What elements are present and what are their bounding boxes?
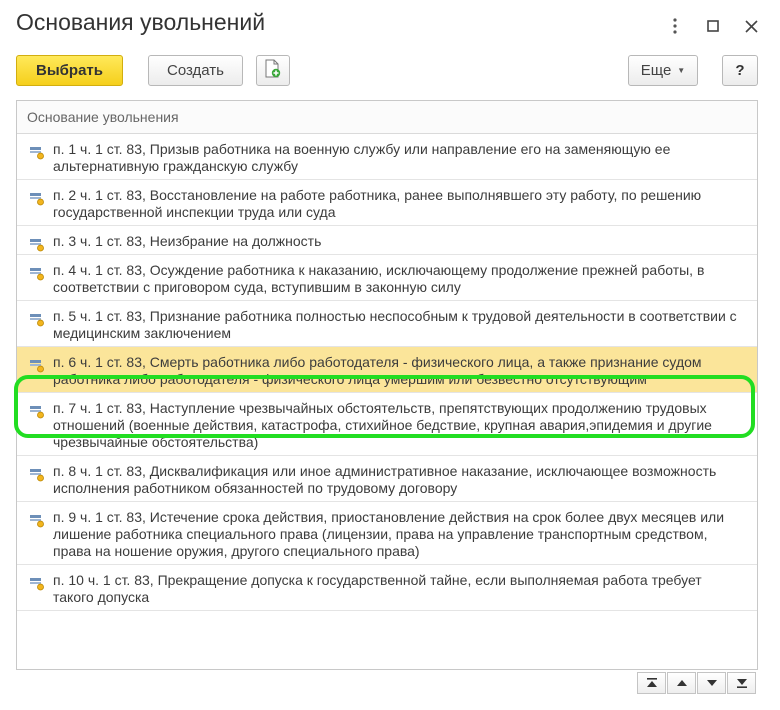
list-item[interactable]: п. 4 ч. 1 ст. 83, Осуждение работника к …: [17, 255, 757, 301]
help-button[interactable]: ?: [722, 55, 758, 86]
catalog-item-icon: [29, 466, 45, 482]
scroll-up-button[interactable]: [667, 672, 696, 694]
catalog-item-icon: [29, 512, 45, 528]
list-item-label: п. 2 ч. 1 ст. 83, Восстановление на рабо…: [53, 187, 702, 220]
column-header[interactable]: Основание увольнения: [17, 101, 757, 134]
list-item[interactable]: п. 8 ч. 1 ст. 83, Дисквалификация или ин…: [17, 456, 757, 502]
reasons-list: Основание увольнения п. 1 ч. 1 ст. 83, П…: [16, 100, 758, 670]
scroll-to-top-button[interactable]: [637, 672, 666, 694]
list-item-label: п. 9 ч. 1 ст. 83, Истечение срока действ…: [53, 509, 725, 559]
catalog-item-icon: [29, 236, 45, 252]
list-item-label: п. 4 ч. 1 ст. 83, Осуждение работника к …: [53, 262, 705, 295]
column-header-label: Основание увольнения: [27, 109, 179, 125]
maximize-icon[interactable]: [694, 12, 732, 40]
list-item-label: п. 3 ч. 1 ст. 83, Неизбрание на должност…: [53, 233, 322, 249]
catalog-item-icon: [29, 311, 45, 327]
window-controls: [656, 12, 770, 40]
catalog-item-icon: [29, 575, 45, 591]
list-navigation: [637, 672, 756, 694]
list-item-label: п. 10 ч. 1 ст. 83, Прекращение допуска к…: [53, 572, 702, 605]
list-item-label: п. 1 ч. 1 ст. 83, Призыв работника на во…: [53, 141, 671, 174]
list-item[interactable]: п. 3 ч. 1 ст. 83, Неизбрание на должност…: [17, 226, 757, 255]
catalog-item-icon: [29, 144, 45, 160]
list-item-label: п. 7 ч. 1 ст. 83, Наступление чрезвычайн…: [53, 400, 712, 450]
add-copy-icon: [264, 59, 282, 83]
chevron-down-icon: ▼: [677, 66, 686, 75]
more-vert-icon[interactable]: [656, 12, 694, 40]
list-item[interactable]: п. 7 ч. 1 ст. 83, Наступление чрезвычайн…: [17, 393, 757, 456]
list-item[interactable]: п. 1 ч. 1 ст. 83, Призыв работника на во…: [17, 134, 757, 180]
scroll-down-button[interactable]: [697, 672, 726, 694]
window-title: Основания увольнений: [16, 9, 266, 35]
dialog-window: Основания увольнений Выбрать Создать Еще…: [0, 0, 780, 710]
toolbar: Выбрать Создать Еще ▼ ?: [16, 55, 758, 87]
more-button-label: Еще: [640, 62, 672, 79]
list-item[interactable]: п. 6 ч. 1 ст. 83, Смерть работника либо …: [17, 347, 757, 393]
catalog-item-icon: [29, 190, 45, 206]
list-item-label: п. 6 ч. 1 ст. 83, Смерть работника либо …: [53, 354, 702, 387]
select-button[interactable]: Выбрать: [16, 55, 123, 86]
more-button[interactable]: Еще ▼: [628, 55, 698, 86]
scroll-to-bottom-button[interactable]: [727, 672, 756, 694]
create-button[interactable]: Создать: [148, 55, 243, 86]
list-item[interactable]: п. 10 ч. 1 ст. 83, Прекращение допуска к…: [17, 565, 757, 611]
list-item-label: п. 5 ч. 1 ст. 83, Признание работника по…: [53, 308, 737, 341]
list-item[interactable]: п. 5 ч. 1 ст. 83, Признание работника по…: [17, 301, 757, 347]
list-rows: п. 1 ч. 1 ст. 83, Призыв работника на во…: [17, 134, 757, 611]
list-item[interactable]: п. 9 ч. 1 ст. 83, Истечение срока действ…: [17, 502, 757, 565]
copy-button[interactable]: [256, 55, 290, 86]
list-item-label: п. 8 ч. 1 ст. 83, Дисквалификация или ин…: [53, 463, 717, 496]
catalog-item-icon: [29, 357, 45, 373]
catalog-item-icon: [29, 265, 45, 281]
catalog-item-icon: [29, 403, 45, 419]
close-icon[interactable]: [732, 12, 770, 40]
list-item[interactable]: п. 2 ч. 1 ст. 83, Восстановление на рабо…: [17, 180, 757, 226]
